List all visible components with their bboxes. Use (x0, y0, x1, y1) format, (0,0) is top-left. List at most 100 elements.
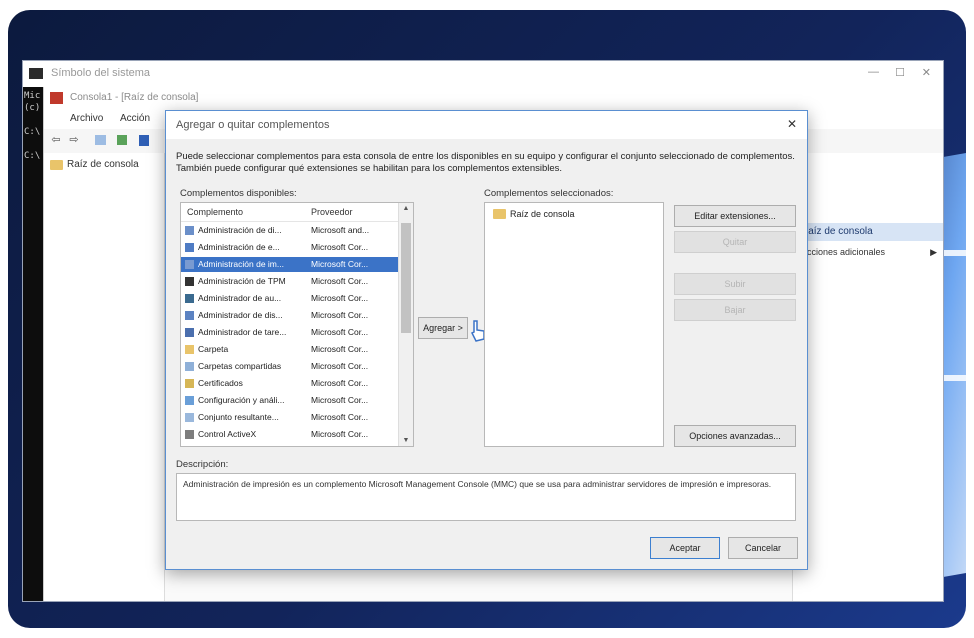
console-tree-icon[interactable] (92, 132, 108, 148)
snapin-vendor: Microsoft Cor... (311, 412, 369, 422)
selected-item-label: Raíz de consola (510, 209, 575, 219)
snapin-vendor: Microsoft Cor... (311, 378, 369, 388)
snapin-vendor: Microsoft Cor... (311, 276, 369, 286)
snapin-name: Carpetas compartidas (198, 361, 282, 371)
snapin-icon (185, 226, 194, 235)
snapin-row[interactable]: Administrador de tare... Microsoft Cor... (181, 325, 399, 340)
snapin-icon (185, 396, 194, 405)
list-scrollbar[interactable]: ▲ ▼ (398, 203, 413, 446)
tree-item-root[interactable]: Raíz de consola (50, 159, 139, 170)
cmd-console[interactable]: Mic (c) C:\ C:\ (23, 87, 43, 601)
mmc-title: Consola1 - [Raíz de consola] (70, 92, 199, 103)
snapin-vendor: Microsoft Cor... (311, 293, 369, 303)
close-button[interactable]: ✕ (922, 66, 931, 79)
mmc-app-icon (50, 92, 63, 104)
chevron-right-icon: ▶ (930, 247, 937, 257)
remove-button[interactable]: Quitar (674, 231, 796, 253)
scroll-down-icon[interactable]: ▼ (399, 437, 413, 444)
snapin-name: Administrador de tare... (198, 327, 287, 337)
snapin-row[interactable]: Carpeta Microsoft Cor... (181, 342, 399, 357)
snapin-row[interactable]: Administrador de au... Microsoft Cor... (181, 291, 399, 306)
cmd-app-icon (29, 68, 43, 79)
add-button[interactable]: Agregar > (418, 317, 468, 339)
snapin-vendor: Microsoft Cor... (311, 259, 369, 269)
add-remove-snapins-dialog: Agregar o quitar complementos ✕ Puede se… (165, 110, 808, 570)
description-box: Administración de impresión es un comple… (176, 473, 796, 521)
snapin-vendor: Microsoft Cor... (311, 327, 369, 337)
snapin-name: Configuración y análi... (198, 395, 285, 405)
snapin-row[interactable]: Administración de im... Microsoft Cor... (181, 257, 399, 272)
forward-arrow-icon[interactable]: ⇨ (66, 132, 82, 148)
list-header: Complemento Proveedor (181, 203, 399, 222)
snapin-icon (185, 362, 194, 371)
back-arrow-icon[interactable]: ⇦ (48, 132, 64, 148)
snapin-name: Conjunto resultante... (198, 412, 279, 422)
advanced-button[interactable]: Opciones avanzadas... (674, 425, 796, 447)
snapin-name: Carpeta (198, 344, 229, 354)
snapin-vendor: Microsoft Cor... (311, 344, 369, 354)
column-header-name[interactable]: Complemento (187, 207, 243, 217)
cmd-line: (c) (24, 103, 41, 113)
snapin-icon (185, 430, 194, 439)
dialog-titlebar: Agregar o quitar complementos ✕ (166, 111, 807, 139)
selected-item-root[interactable]: Raíz de consola (493, 209, 575, 219)
snapin-vendor: Microsoft Cor... (311, 361, 369, 371)
snapin-row[interactable]: Certificados Microsoft Cor... (181, 376, 399, 391)
edit-extensions-button[interactable]: Editar extensiones... (674, 205, 796, 227)
console-tree: Raíz de consola (44, 153, 165, 601)
available-snapins-list[interactable]: Complemento Proveedor Administración de … (180, 202, 414, 447)
move-up-button[interactable]: Subir (674, 273, 796, 295)
dialog-title: Agregar o quitar complementos (176, 119, 330, 131)
snapin-vendor: Microsoft Cor... (311, 395, 369, 405)
snapin-icon (185, 379, 194, 388)
accept-button[interactable]: Aceptar (650, 537, 720, 559)
snapin-icon (185, 328, 194, 337)
snapin-row[interactable]: Conjunto resultante... Microsoft Cor... (181, 410, 399, 425)
snapin-row[interactable]: Carpetas compartidas Microsoft Cor... (181, 359, 399, 374)
window-title: Símbolo del sistema (51, 67, 151, 79)
window-titlebar: Símbolo del sistema — ☐ ✕ (23, 61, 943, 88)
snapin-row[interactable]: Administrador de dis... Microsoft Cor... (181, 308, 399, 323)
menu-accion[interactable]: Acción (120, 113, 150, 124)
scroll-thumb[interactable] (401, 223, 411, 333)
snapin-name: Administración de di... (198, 225, 282, 235)
actions-header[interactable]: Raíz de consola (793, 223, 943, 241)
snapin-row[interactable]: Administración de TPM Microsoft Cor... (181, 274, 399, 289)
move-down-button[interactable]: Bajar (674, 299, 796, 321)
available-label: Complementos disponibles: (180, 188, 297, 199)
scroll-up-icon[interactable]: ▲ (399, 205, 413, 212)
snapin-vendor: Microsoft Cor... (311, 429, 369, 439)
description-label: Descripción: (176, 459, 229, 470)
tree-item-label: Raíz de consola (67, 159, 139, 170)
cancel-button[interactable]: Cancelar (728, 537, 798, 559)
snapin-name: Administrador de dis... (198, 310, 283, 320)
actions-more-label: Acciones adicionales (801, 247, 886, 257)
snapin-icon (185, 294, 194, 303)
snapin-icon (185, 345, 194, 354)
snapin-name: Administrador de au... (198, 293, 282, 303)
snapin-icon (185, 311, 194, 320)
snapin-vendor: Microsoft and... (311, 225, 370, 235)
maximize-button[interactable]: ☐ (895, 66, 905, 79)
snapin-name: Administración de im... (198, 259, 284, 269)
menu-archivo[interactable]: Archivo (70, 113, 103, 124)
snapin-row[interactable]: Configuración y análi... Microsoft Cor... (181, 393, 399, 408)
dialog-close-button[interactable]: ✕ (787, 117, 797, 131)
help-icon[interactable] (136, 132, 152, 148)
snapin-icon (185, 277, 194, 286)
dialog-instructions: Puede seleccionar complementos para esta… (176, 151, 795, 174)
actions-pane: Raíz de consola Acciones adicionales ▶ (792, 153, 943, 601)
column-header-vendor[interactable]: Proveedor (311, 207, 353, 217)
snapin-name: Control ActiveX (198, 429, 257, 439)
selected-label: Complementos seleccionados: (484, 188, 614, 199)
cmd-line: Mic (24, 91, 41, 101)
snapin-row[interactable]: Control ActiveX Microsoft Cor... (181, 427, 399, 442)
snapin-row[interactable]: Administración de e... Microsoft Cor... (181, 240, 399, 255)
actions-more[interactable]: Acciones adicionales ▶ (801, 247, 937, 257)
selected-snapins-list[interactable]: Raíz de consola (484, 202, 664, 447)
snapin-vendor: Microsoft Cor... (311, 310, 369, 320)
folder-icon (493, 209, 506, 219)
snapin-row[interactable]: Administración de di... Microsoft and... (181, 223, 399, 238)
export-list-icon[interactable] (114, 132, 130, 148)
minimize-button[interactable]: — (868, 66, 879, 78)
